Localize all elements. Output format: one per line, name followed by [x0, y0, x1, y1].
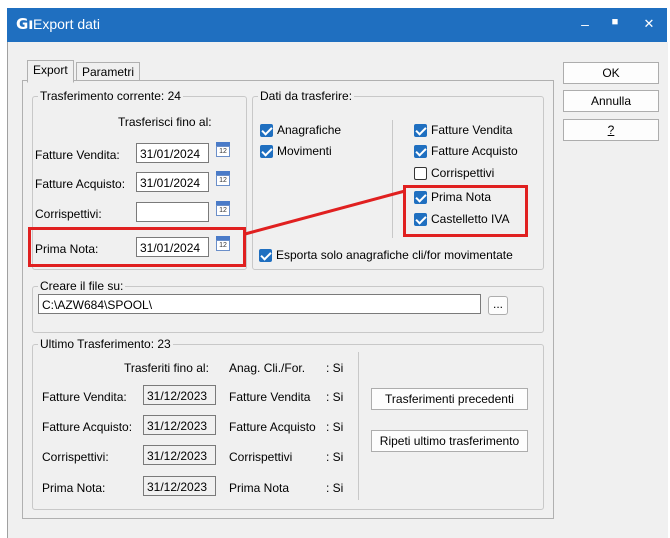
divider: [358, 352, 359, 500]
esporta-solo-label: Esporta solo anagrafiche cli/for movimen…: [276, 248, 513, 262]
minimize-button[interactable]: –: [575, 16, 595, 32]
calendar-icon[interactable]: 12: [216, 201, 230, 216]
help-button[interactable]: ?: [563, 119, 659, 141]
ult-fatture-acquisto-label: Fatture Acquisto:: [42, 420, 133, 434]
ult-corrispettivi-type: Corrispettivi: [229, 450, 293, 464]
calendar-icon[interactable]: 12: [216, 171, 230, 186]
fatture-acquisto-checkbox[interactable]: [414, 145, 427, 158]
trasferimenti-precedenti-button[interactable]: Trasferimenti precedenti: [371, 388, 528, 410]
fatture-acquisto-label: Fatture Acquisto:: [35, 177, 126, 191]
ult-fatture-acquisto-type: Fatture Acquisto: [229, 420, 316, 434]
group-title-creare-file: Creare il file su:: [38, 279, 126, 293]
ult-fatture-vendita-flag: : Si: [326, 390, 344, 404]
ult-prima-nota-label: Prima Nota:: [42, 481, 106, 495]
corrispettivi-date-field[interactable]: [136, 202, 209, 222]
fatture-vendita-checkbox[interactable]: [414, 124, 427, 137]
ripeti-ultimo-trasferimento-button[interactable]: Ripeti ultimo trasferimento: [371, 430, 528, 452]
ult-corrispettivi-flag: : Si: [326, 450, 344, 464]
trasferisci-fino-al-label: Trasferisci fino al:: [118, 115, 212, 129]
highlight-box-prima-nota-castelletto: [403, 185, 528, 237]
corrispettivi-check-label: Corrispettivi: [431, 166, 495, 180]
browse-button[interactable]: ...: [488, 296, 508, 315]
movimenti-checkbox[interactable]: [260, 145, 273, 158]
anag-cli-for-label: Anag. Cli./For.: [229, 361, 306, 375]
ult-fatture-vendita-type: Fatture Vendita: [229, 390, 311, 404]
title-bar-background: [7, 8, 667, 42]
ult-fatture-vendita-date: 31/12/2023: [143, 385, 216, 405]
fatture-vendita-date-field[interactable]: 31/01/2024: [136, 143, 209, 163]
anagrafiche-checkbox[interactable]: [260, 124, 273, 137]
corrispettivi-checkbox[interactable]: [414, 167, 427, 180]
highlight-box-prima-nota-date: [28, 227, 246, 267]
ult-prima-nota-type: Prima Nota: [229, 481, 290, 495]
ult-fatture-acquisto-flag: : Si: [326, 420, 344, 434]
annulla-button[interactable]: Annulla: [563, 90, 659, 112]
window-title: Export dati: [33, 16, 100, 32]
group-title-ultimo-trasferimento: Ultimo Trasferimento: 23: [38, 337, 173, 351]
fatture-vendita-check-label: Fatture Vendita: [431, 123, 513, 137]
ult-corrispettivi-label: Corrispettivi:: [42, 450, 109, 464]
ult-prima-nota-date: 31/12/2023: [143, 476, 216, 496]
group-title-trasferimento-corrente: Trasferimento corrente: 24: [38, 89, 183, 103]
fatture-vendita-label: Fatture Vendita:: [35, 148, 120, 162]
fatture-acquisto-date-field[interactable]: 31/01/2024: [136, 172, 209, 192]
ok-button[interactable]: OK: [563, 62, 659, 84]
file-path-field[interactable]: C:\AZW684\SPOOL\: [38, 294, 481, 314]
fatture-acquisto-check-label: Fatture Acquisto: [431, 144, 518, 158]
ult-fatture-vendita-label: Fatture Vendita:: [42, 390, 127, 404]
title-bar: Gı Export dati – ■ ✕: [0, 0, 670, 46]
corrispettivi-label: Corrispettivi:: [35, 207, 102, 221]
group-title-dati-da-trasferire: Dati da trasferire:: [258, 89, 355, 103]
highlight-connector-line: [244, 189, 406, 236]
esporta-solo-checkbox[interactable]: [259, 249, 272, 262]
ult-corrispettivi-date: 31/12/2023: [143, 445, 216, 465]
ult-fatture-acquisto-date: 31/12/2023: [143, 415, 216, 435]
movimenti-label: Movimenti: [277, 144, 332, 158]
tab-parametri[interactable]: Parametri: [76, 62, 141, 81]
tab-export[interactable]: Export: [27, 60, 74, 83]
trasferiti-fino-al-label: Trasferiti fino al:: [124, 361, 209, 375]
anag-flag: : Si: [326, 361, 344, 375]
ult-prima-nota-flag: : Si: [326, 481, 344, 495]
app-logo-icon: Gı: [16, 15, 34, 33]
anagrafiche-label: Anagrafiche: [277, 123, 342, 137]
calendar-icon[interactable]: 12: [216, 142, 230, 157]
close-button[interactable]: ✕: [639, 16, 659, 32]
maximize-button[interactable]: ■: [605, 16, 625, 28]
